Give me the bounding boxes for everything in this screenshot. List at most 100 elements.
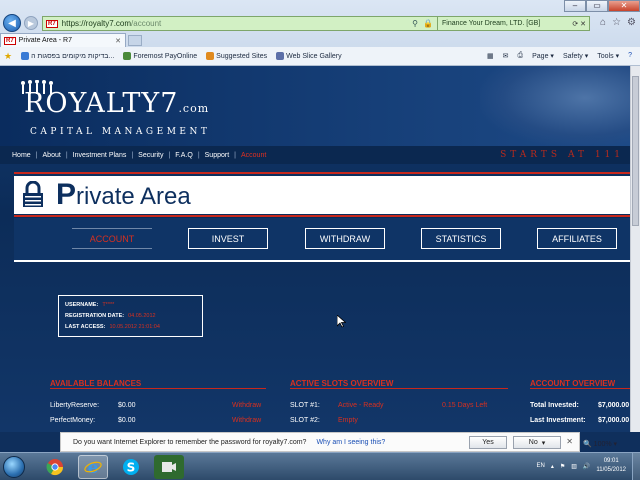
menu-tools[interactable]: Tools ▾ [597, 52, 619, 60]
tray-expand-icon[interactable]: ▴ [551, 463, 554, 470]
divider [14, 172, 630, 174]
slot-row: SLOT #1: Active - Ready 0.15 Days Left [290, 402, 510, 409]
yes-button[interactable]: Yes [469, 436, 507, 449]
address-url[interactable]: https://royalty7.com/account [62, 19, 162, 28]
balance-row: LibertyReserve: $0.00 Withdraw [50, 402, 270, 409]
cert-text: Finance Your Dream, LTD. [GB] [442, 20, 541, 27]
slot-name: SLOT #1: [290, 402, 320, 409]
zoom-level[interactable]: 🔍 100% ▾ [583, 440, 617, 448]
home-icon[interactable]: ⌂ [600, 17, 606, 28]
nav-faq[interactable]: F.A.Q [175, 152, 193, 159]
help-icon[interactable]: ? [628, 52, 632, 60]
flag-icon[interactable]: ⚑ [560, 463, 565, 470]
taskbar-media-app[interactable] [154, 455, 184, 479]
starts-at-banner: STARTS AT 111 [500, 150, 624, 160]
nav-investment-plans[interactable]: Investment Plans [73, 152, 127, 159]
account-info-box: USERNAME: T**** REGISTRATION DATE: 04.05.2… [58, 295, 203, 337]
page-viewport: ROYALTY7.com CAPITAL MANAGEMENT Home | Ab… [0, 66, 630, 432]
username-value: T**** [102, 302, 115, 308]
tab-account[interactable]: ACCOUNT [72, 228, 152, 249]
new-tab-button[interactable] [128, 35, 142, 46]
language-indicator[interactable]: EN [537, 463, 545, 469]
scrollbar-thumb[interactable] [632, 76, 639, 226]
withdraw-link[interactable]: Withdraw [232, 417, 261, 424]
certificate-identity[interactable]: Finance Your Dream, LTD. [GB] ⟳ ✕ [438, 16, 590, 31]
close-tab-icon[interactable]: ✕ [115, 37, 125, 45]
nav-security[interactable]: Security [138, 152, 163, 159]
show-desktop-button[interactable] [632, 453, 640, 480]
favorite-item-4[interactable]: Web Slice Gallery [276, 52, 342, 60]
browser-chrome: – ▭ ✕ ◀ ▶ R7 https://royalty7.com/accoun… [0, 0, 640, 66]
balance-row: PerfectMoney: $0.00 Withdraw [50, 417, 270, 424]
username-label: USERNAME: [65, 302, 99, 308]
slots-title: ACTIVE SLOTS OVERVIEW [290, 379, 394, 388]
gear-icon[interactable]: ⚙ [627, 17, 636, 28]
magnifier-icon: 🔍 [583, 441, 592, 448]
print-icon[interactable]: ⎙ [518, 52, 524, 60]
balance-amount: $0.00 [118, 402, 136, 409]
menu-safety[interactable]: Safety ▾ [563, 52, 588, 60]
favorite-item-3[interactable]: Suggested Sites [206, 52, 267, 60]
tab-invest[interactable]: INVEST [188, 228, 268, 249]
taskbar: e S EN ▴ ⚑ ▥ 🔊 09:01 11/05/2012 [0, 452, 640, 480]
internet-explorer-icon: e [84, 458, 102, 476]
lock-icon[interactable]: 🔒 [423, 19, 433, 28]
overview-label: Last Investment: [530, 417, 586, 424]
arrow-right-icon: ▶ [27, 18, 35, 28]
no-button[interactable]: No ▾ [513, 436, 561, 449]
tab-private-area[interactable]: R7 Private Area - R7 ✕ [0, 33, 126, 47]
tab-affiliates[interactable]: AFFILIATES [537, 228, 617, 249]
nav-separator: | [197, 151, 200, 159]
refresh-stop-icon[interactable]: ⟳ ✕ [572, 20, 589, 28]
network-icon[interactable]: ▥ [571, 463, 577, 470]
nav-about[interactable]: About [43, 152, 61, 159]
minimize-button[interactable]: – [564, 0, 586, 12]
volume-icon[interactable]: 🔊 [583, 463, 590, 470]
vertical-scrollbar[interactable] [630, 66, 640, 432]
taskbar-internet-explorer[interactable]: e [78, 455, 108, 479]
close-window-button[interactable]: ✕ [608, 0, 640, 12]
favorites-star-icon[interactable]: ★ [4, 51, 12, 62]
balances-title: AVAILABLE BALANCES [50, 379, 142, 388]
taskbar-skype[interactable]: S [116, 455, 146, 479]
favorite-item-2[interactable]: Foremost PayOnline [123, 52, 197, 60]
registration-value: 04.05.2012 [128, 313, 156, 319]
feeds-icon[interactable]: ▦ [487, 52, 494, 60]
tab-favicon: R7 [4, 36, 16, 45]
favorites-star-icon[interactable]: ☆ [612, 17, 621, 28]
favorites-bar: ★ בדיקות מיקומים בפסגות ה... Foremost Pa… [0, 47, 640, 66]
page-icon [276, 52, 285, 60]
favorite-label: Foremost PayOnline [133, 52, 198, 60]
divider [14, 215, 630, 217]
search-icon[interactable]: ⚲ [412, 19, 418, 28]
menu-page[interactable]: Page ▾ [532, 52, 554, 60]
tab-withdraw[interactable]: WITHDRAW [305, 228, 385, 249]
tab-statistics[interactable]: STATISTICS [421, 228, 501, 249]
nav-home[interactable]: Home [12, 152, 31, 159]
last-access-row: LAST ACCESS: 10.05.2012 21:01:04 [65, 322, 196, 333]
start-button[interactable] [3, 456, 25, 478]
balance-name: PerfectMoney: [50, 417, 96, 424]
address-bar[interactable]: R7 https://royalty7.com/account ⚲ 🔒 [42, 16, 438, 31]
taskbar-chrome[interactable] [40, 455, 70, 479]
forward-button[interactable]: ▶ [24, 16, 38, 30]
maximize-button[interactable]: ▭ [586, 0, 608, 12]
page-icon [21, 52, 30, 60]
padlock-icon [23, 181, 43, 207]
read-mail-icon[interactable]: ✉ [503, 52, 509, 60]
slot-name: SLOT #2: [290, 417, 320, 424]
back-button[interactable]: ◀ [3, 14, 21, 32]
nav-support[interactable]: Support [205, 152, 230, 159]
clock[interactable]: 09:01 11/05/2012 [596, 457, 626, 475]
favorite-item-1[interactable]: בדיקות מיקומים בפסגות ה... [21, 52, 114, 60]
address-url-path: /account [131, 19, 162, 28]
overview-row: Total Invested: $7,000.00 [530, 402, 630, 409]
withdraw-link[interactable]: Withdraw [232, 402, 261, 409]
site-logo[interactable]: ROYALTY7.com [24, 88, 209, 119]
nav-separator: | [35, 151, 38, 159]
nav-account[interactable]: Account [241, 152, 266, 159]
why-link[interactable]: Why am I seeing this? [316, 439, 385, 446]
browser-right-icons: ⌂ ☆ ⚙ [600, 17, 636, 28]
close-notification-icon[interactable]: ✕ [566, 437, 573, 446]
nav-separator: | [234, 151, 236, 159]
